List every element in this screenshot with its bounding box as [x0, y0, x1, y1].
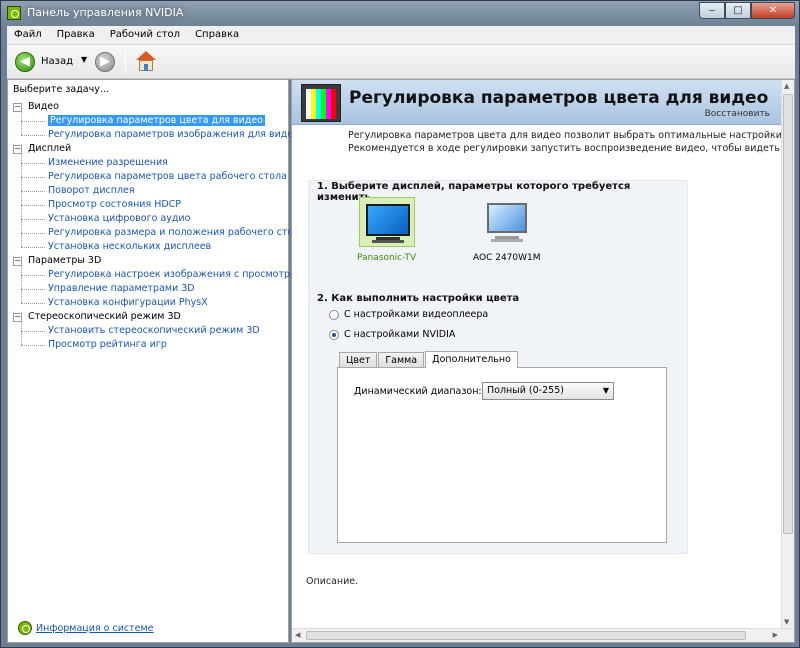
dynamic-range-label: Динамический диапазон: — [354, 386, 482, 397]
page-banner: Регулировка параметров цвета для видео В… — [292, 80, 782, 125]
nvidia-logo-icon — [7, 6, 21, 20]
description-label: Описание. — [306, 576, 359, 587]
toolbar: ◀ Назад ▼ ▶ — [7, 45, 795, 79]
display-label: AOC 2470W1M — [473, 253, 541, 263]
app-window: Панель управления NVIDIA ‒ □ ✕ Файл Прав… — [0, 0, 800, 648]
tab-advanced[interactable]: Дополнительно — [425, 351, 518, 368]
task-digital-audio[interactable]: Установка цифрового аудио — [13, 205, 305, 226]
task-desktop-color[interactable]: Регулировка параметров цвета рабочего ст… — [13, 163, 305, 184]
tab-gamma[interactable]: Гамма — [378, 352, 425, 368]
task-video-color[interactable]: Регулировка параметров цвета для видео — [13, 107, 305, 128]
category-3d-settings[interactable]: − Параметры 3D — [13, 254, 305, 268]
task-set-stereo-3d[interactable]: Установить стереоскопический режим 3D — [13, 317, 305, 338]
display-label: Panasonic-TV — [357, 253, 417, 263]
maximize-button[interactable]: □ — [725, 2, 751, 19]
menu-desktop[interactable]: Рабочий стол — [103, 26, 188, 44]
menu-file[interactable]: Файл — [7, 26, 50, 44]
task-video-image[interactable]: Регулировка параметров изображения для в… — [13, 121, 305, 142]
task-physx[interactable]: Установка конфигурации PhysX — [13, 289, 305, 310]
task-tree: − Видео Регулировка параметров цвета для … — [13, 100, 305, 352]
back-button[interactable]: Назад — [41, 56, 73, 67]
scroll-up-icon[interactable]: ▲ — [784, 82, 789, 90]
task-game-ratings[interactable]: Просмотр рейтинга игр — [13, 331, 305, 352]
task-change-resolution[interactable]: Изменение разрешения — [13, 149, 305, 170]
window-controls: ‒ □ ✕ — [699, 2, 795, 19]
radio-icon[interactable] — [329, 309, 339, 320]
task-navigation-panel: Выберите задачу... − Видео Регулировка па… — [7, 79, 305, 643]
scroll-thumb[interactable] — [783, 94, 793, 534]
task-header: Выберите задачу... — [13, 84, 109, 95]
chevron-down-icon: ▼ — [602, 386, 609, 395]
scroll-thumb[interactable] — [306, 631, 746, 640]
page-title: Регулировка параметров цвета для видео — [349, 88, 769, 108]
page-description-line-2: Рекомендуется в ходе регулировки запусти… — [348, 143, 795, 154]
monitor-icon — [486, 203, 527, 233]
menu-bar: Файл Правка Рабочий стол Справка — [7, 26, 795, 45]
title-bar[interactable]: Панель управления NVIDIA ‒ □ ✕ — [1, 1, 799, 25]
scroll-right-icon[interactable]: ▶ — [773, 631, 778, 639]
vertical-scrollbar[interactable]: ▲ ▼ — [781, 80, 794, 628]
task-desktop-size[interactable]: Регулировка размера и положения рабочего… — [13, 219, 305, 240]
step2-heading: 2. Как выполнить настройки цвета — [317, 293, 520, 304]
monitor-icon — [365, 204, 410, 236]
arrow-right-icon[interactable]: ▶ — [95, 52, 115, 72]
toolbar-separator — [125, 50, 126, 74]
task-multiple-displays[interactable]: Установка нескольких дисплеев — [13, 233, 305, 254]
display-aoc[interactable]: AOC 2470W1M — [473, 197, 541, 263]
minimize-button[interactable]: ‒ — [699, 2, 725, 19]
back-history-dropdown-icon[interactable]: ▼ — [81, 55, 87, 64]
category-stereo-3d[interactable]: − Стереоскопический режим 3D — [13, 310, 305, 324]
task-hdcp-status[interactable]: Просмотр состояния HDCP — [13, 191, 305, 212]
radio-nvidia-settings[interactable]: С настройками NVIDIA — [329, 329, 455, 340]
tab-color[interactable]: Цвет — [339, 352, 378, 368]
close-button[interactable]: ✕ — [751, 2, 795, 19]
settings-section: 1. Выберите дисплей, параметры которого … — [308, 180, 688, 554]
window-title: Панель управления NVIDIA — [27, 6, 184, 19]
system-info-row: Информация о системе — [18, 621, 154, 635]
system-info-link[interactable]: Информация о системе — [36, 623, 154, 634]
home-icon[interactable] — [135, 51, 157, 73]
restore-defaults-link[interactable]: Восстановить — [705, 109, 770, 119]
task-image-preview[interactable]: Регулировка настроек изображения с просм… — [13, 261, 305, 282]
scroll-left-icon[interactable]: ◀ — [295, 631, 300, 639]
page-description-line-1: Регулировка параметров цвета для видео п… — [348, 130, 795, 141]
menu-edit[interactable]: Правка — [50, 26, 103, 44]
horizontal-scrollbar[interactable]: ◀ ▶ — [292, 628, 794, 642]
category-display[interactable]: − Дисплей — [13, 142, 305, 156]
advanced-tab-panel: Динамический диапазон: Полный (0-255) ▼ — [337, 367, 667, 543]
arrow-left-icon[interactable]: ◀ — [15, 52, 35, 72]
radio-checked-icon[interactable] — [329, 329, 339, 340]
task-rotate-display[interactable]: Поворот дисплея — [13, 177, 305, 198]
display-panasonic-tv[interactable]: Panasonic-TV — [357, 197, 416, 263]
category-video[interactable]: − Видео — [13, 100, 305, 114]
dynamic-range-select[interactable]: Полный (0-255) ▼ — [482, 382, 614, 400]
menu-help[interactable]: Справка — [188, 26, 247, 44]
color-bars-icon — [301, 84, 341, 122]
task-manage-3d[interactable]: Управление параметрами 3D — [13, 275, 305, 296]
content-panel: Регулировка параметров цвета для видео В… — [291, 79, 795, 643]
radio-video-player-settings[interactable]: С настройками видеоплеера — [329, 309, 488, 320]
color-tabs: Цвет Гамма Дополнительно — [339, 351, 519, 368]
nvidia-info-icon — [18, 621, 32, 635]
scroll-down-icon[interactable]: ▼ — [784, 618, 789, 626]
